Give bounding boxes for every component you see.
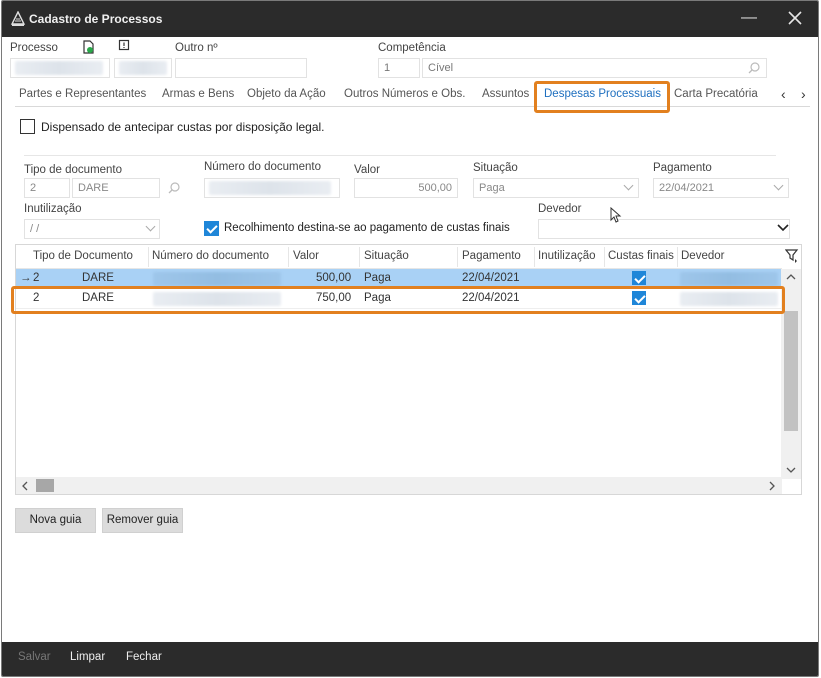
column-header[interactable]: Devedor [681, 250, 724, 262]
competencia-code-field[interactable]: 1 [378, 58, 420, 78]
processo-label: Processo [10, 42, 58, 54]
tab-objeto[interactable]: Objeto da Ação [247, 88, 326, 100]
app-logo-icon [10, 11, 26, 26]
valor-label: Valor [354, 164, 380, 176]
fechar-button[interactable]: Fechar [126, 651, 162, 663]
column-header[interactable]: Tipo de Documento [33, 250, 133, 262]
tab-carta-precatoria[interactable]: Carta Precatória [674, 88, 758, 100]
filter-icon[interactable] [785, 248, 799, 264]
inutilizacao-label: Inutilização [24, 203, 82, 215]
tab-bar: Partes e Representantes Armas e Bens Obj… [15, 85, 810, 107]
row-marker-icon: → [20, 272, 32, 284]
grid-header: Tipo de Documento Número do documento Va… [16, 245, 782, 269]
devedor-label: Devedor [538, 203, 582, 215]
footer-bar: Salvar Limpar Fechar [2, 642, 818, 676]
table-row[interactable]: → 2 DARE 500,00 Paga 22/04/2021 [16, 269, 782, 289]
column-header[interactable]: Valor [293, 250, 319, 262]
search-icon[interactable] [167, 181, 181, 195]
custas-finais-checkbox[interactable] [632, 271, 646, 285]
nova-guia-button[interactable]: Nova guia [15, 508, 96, 533]
dispensado-label: Dispensado de antecipar custas por dispo… [41, 120, 325, 134]
column-header[interactable]: Número do documento [152, 250, 269, 262]
vertical-scroll-thumb[interactable] [784, 311, 798, 431]
numero-documento-label: Número do documento [204, 161, 321, 173]
numero-documento-field[interactable] [204, 178, 340, 198]
tab-next-arrow[interactable]: › [801, 86, 806, 102]
tab-partes[interactable]: Partes e Representantes [19, 88, 146, 100]
tab-prev-arrow[interactable]: ‹ [781, 86, 786, 102]
cell-situacao: Paga [364, 272, 391, 284]
section-divider [24, 155, 776, 156]
tab-assuntos[interactable]: Assuntos [482, 88, 529, 100]
cell-documento: DARE [82, 272, 114, 284]
window: Cadastro de Processos — Processo Outro n… [1, 0, 819, 677]
valor-field[interactable]: 500,00 [354, 178, 458, 198]
recolhimento-label: Recolhimento destina-se ao pagamento de … [224, 222, 510, 234]
custas-finais-checkbox[interactable] [632, 291, 646, 305]
note-icon[interactable] [118, 39, 130, 53]
mouse-cursor-icon [610, 207, 622, 223]
pagamento-label: Pagamento [653, 162, 712, 174]
vertical-scrollbar[interactable] [781, 269, 801, 479]
outro-numero-label: Outro nº [175, 42, 218, 54]
cell-pagamento: 22/04/2021 [462, 292, 520, 304]
tab-outros-numeros[interactable]: Outros Números e Obs. [344, 88, 465, 100]
despesas-grid: Tipo de Documento Número do documento Va… [15, 244, 802, 495]
competencia-label: Competência [378, 42, 446, 54]
chevron-down-icon[interactable] [776, 223, 790, 233]
scroll-left-icon[interactable] [21, 481, 29, 491]
horizontal-scroll-thumb[interactable] [36, 479, 54, 492]
tipo-documento-value-field[interactable]: DARE [72, 178, 160, 198]
scroll-up-icon[interactable] [786, 273, 796, 281]
tipo-documento-label: Tipo de documento [24, 164, 123, 176]
document-green-icon[interactable] [82, 40, 94, 54]
scroll-down-icon[interactable] [786, 466, 796, 474]
scroll-right-icon[interactable] [768, 481, 776, 491]
column-header[interactable]: Inutilização [538, 250, 596, 262]
cell-tipo: 2 [33, 272, 40, 284]
column-header[interactable]: Custas finais [608, 250, 674, 262]
tab-armas[interactable]: Armas e Bens [162, 88, 234, 100]
cell-situacao: Paga [364, 292, 391, 304]
devedor-select[interactable] [538, 219, 790, 239]
outro-numero-field[interactable] [175, 58, 307, 78]
cell-tipo: 2 [33, 292, 40, 304]
tab-despesas-processuais[interactable]: Despesas Processuais [544, 88, 661, 100]
cell-valor: 750,00 [316, 292, 352, 304]
horizontal-scrollbar[interactable] [16, 477, 782, 494]
table-row[interactable]: 2 DARE 750,00 Paga 22/04/2021 [16, 289, 782, 309]
tipo-documento-code-field[interactable]: 2 [24, 178, 70, 198]
salvar-button[interactable]: Salvar [18, 651, 51, 663]
remover-guia-button[interactable]: Remover guia [102, 508, 183, 533]
dispensado-checkbox[interactable] [20, 119, 35, 134]
recolhimento-checkbox[interactable] [204, 221, 219, 236]
inutilizacao-field[interactable]: / / [24, 219, 160, 239]
search-icon[interactable] [747, 61, 761, 75]
limpar-button[interactable]: Limpar [70, 651, 105, 663]
cell-pagamento: 22/04/2021 [462, 272, 520, 284]
minimize-button[interactable]: — [736, 7, 762, 31]
pagamento-field[interactable]: 22/04/2021 [653, 178, 789, 198]
column-header[interactable]: Situação [364, 250, 409, 262]
column-header[interactable]: Pagamento [462, 250, 521, 262]
situacao-select[interactable]: Paga [473, 178, 639, 198]
competencia-value-field[interactable]: Cível [422, 58, 767, 78]
cell-valor: 500,00 [316, 272, 352, 284]
processo-field[interactable] [10, 58, 110, 78]
cell-documento: DARE [82, 292, 114, 304]
processo-suffix-field[interactable] [114, 58, 172, 78]
window-title: Cadastro de Processos [29, 12, 163, 26]
situacao-label: Situação [473, 162, 518, 174]
title-bar: Cadastro de Processos — [2, 1, 818, 37]
close-button[interactable] [782, 7, 808, 31]
